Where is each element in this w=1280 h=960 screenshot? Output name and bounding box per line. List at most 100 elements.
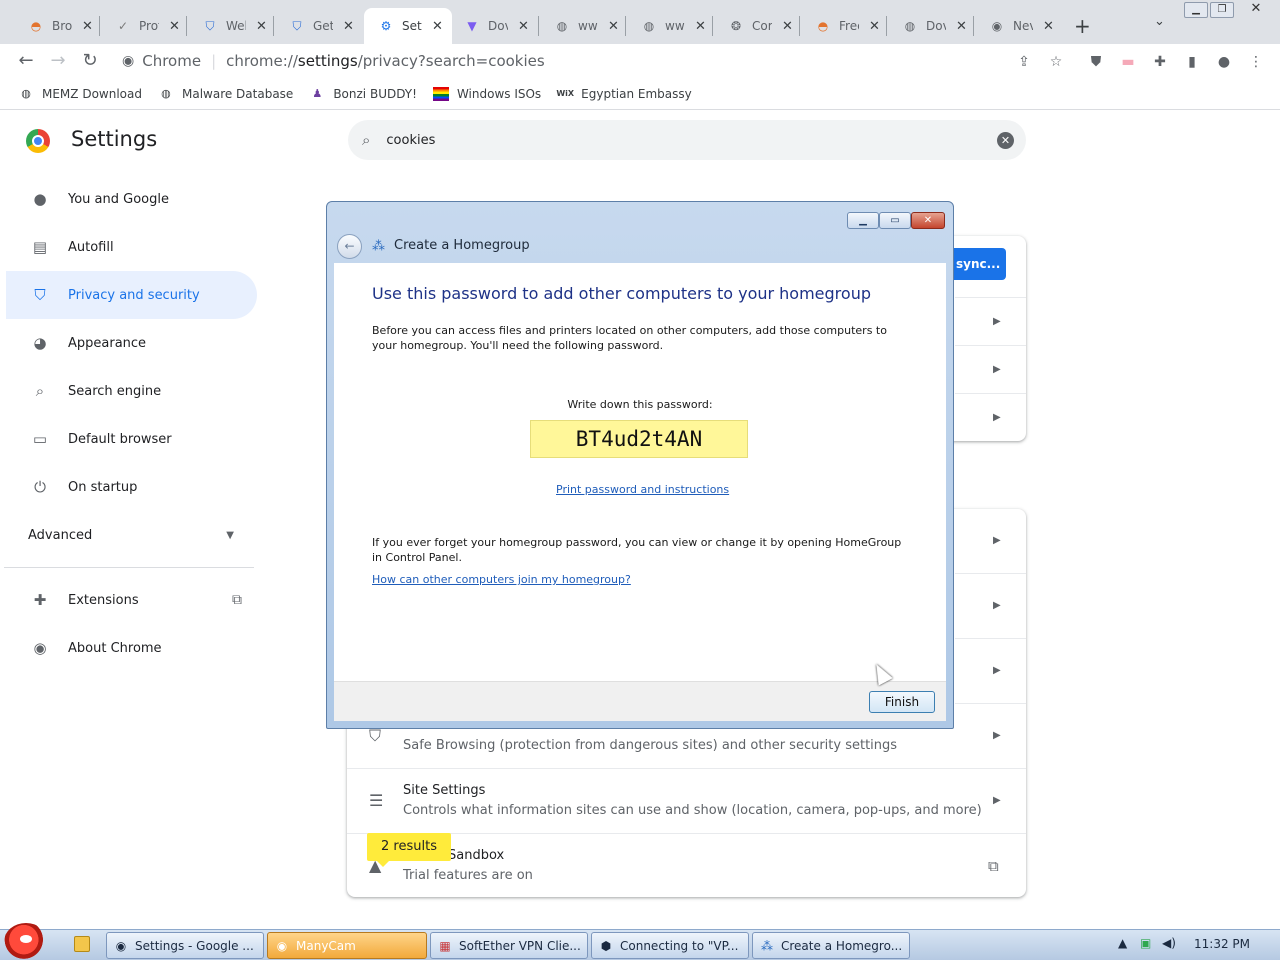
forward-button[interactable]: → [46,50,70,72]
clear-search-icon[interactable]: ✕ [997,132,1014,149]
close-tab-icon[interactable]: ✕ [343,19,354,34]
dialog-minimize-button[interactable]: ▁ [847,212,879,229]
tab-12[interactable]: ◉ Nev ✕ [975,8,1062,44]
sidebar-item-privacy-and-security[interactable]: ⛉ Privacy and security [6,271,257,319]
tab-4[interactable]: ⛉ Get ✕ [275,8,362,44]
sidebar-item-default-browser[interactable]: ▭ Default browser [0,415,256,463]
finish-button[interactable]: Finish [869,691,935,713]
tab-7[interactable]: ◍ ww ✕ [540,8,627,44]
help-join-link[interactable]: How can other computers join my homegrou… [372,573,631,586]
tab-1[interactable]: ◓Brow✕ [14,8,101,44]
bonzi-icon: ♟ [312,87,323,100]
tab-2[interactable]: ✓Prot✕ [101,8,188,44]
dialog-maximize-button[interactable]: ▭ [879,212,911,229]
tab-search-chevron-icon[interactable]: ⌄ [1154,14,1165,29]
reload-button[interactable]: ↻ [78,50,102,72]
settings-search-input[interactable]: ⌕ cookies ✕ [348,120,1026,160]
close-tab-icon[interactable]: ✕ [82,19,93,34]
tab-9[interactable]: ❂ Cor ✕ [714,8,801,44]
bookmark-memz[interactable]: ◍ MEMZ Download [18,86,142,102]
profile-avatar-icon[interactable]: ● [1214,52,1234,72]
tab-separator [538,16,539,36]
sidebar-item-you-and-google[interactable]: ● You and Google [0,175,256,223]
tray-network-icon[interactable]: ▣ [1140,936,1151,950]
close-tab-icon[interactable]: ✕ [608,19,619,34]
chevron-right-icon[interactable]: ▶ [993,316,1001,327]
dialog-close-button[interactable]: ✕ [911,212,945,229]
tray-expand-icon[interactable]: ▲ [1118,936,1127,950]
taskbar-connecting-vpn[interactable]: ⬢ Connecting to "VP... [591,932,749,959]
sidebar-advanced-toggle[interactable]: Advanced ▼ [0,511,252,559]
share-icon[interactable]: ⇪ [1014,52,1034,72]
close-tab-icon[interactable]: ✕ [518,19,529,34]
taskbar-settings-google[interactable]: ◉ Settings - Google ... [106,932,264,959]
tab-6[interactable]: ▼Dov✕ [450,8,537,44]
sidebar-item-search-engine[interactable]: ⌕ Search engine [0,367,256,415]
close-tab-icon[interactable]: ✕ [869,19,880,34]
bookmark-egyptian-embassy[interactable]: WiX Egyptian Embassy [556,86,691,102]
chevron-right-icon[interactable]: ▶ [993,412,1001,423]
chevron-right-icon[interactable]: ▶ [993,600,1001,611]
palette-icon: ◕ [33,334,47,352]
new-tab-button[interactable]: + [1074,14,1091,38]
tab-10[interactable]: ◓Free✕ [801,8,888,44]
sidebar-item-appearance[interactable]: ◕ Appearance [0,319,256,367]
menu-kebab-icon[interactable]: ⋮ [1246,52,1266,72]
sidebar-item-on-startup[interactable]: ⏻ On startup [0,463,256,511]
window-minimize-button[interactable]: ▁ [1184,2,1208,18]
row-divider [955,573,1026,574]
search-query: cookies [386,132,436,148]
taskbar-clock[interactable]: 11:32 PM [1194,937,1250,951]
tab-settings[interactable]: ⚙Sett✕ [364,8,452,44]
close-tab-icon[interactable]: ✕ [782,19,793,34]
favicon-icon: ◓ [30,19,42,33]
taskbar-manycam[interactable]: ◉ ManyCam [267,932,427,959]
side-panel-icon[interactable]: ▮ [1182,52,1202,72]
chevron-right-icon[interactable]: ▶ [993,535,1001,546]
globe-icon: ◍ [21,87,31,100]
sidebar-item-extensions[interactable]: ✚ Extensions ⧉ [0,576,256,624]
chevron-right-icon[interactable]: ▶ [993,364,1001,375]
tab-3[interactable]: ⛉ Wel ✕ [188,8,275,44]
window-restore-button[interactable]: ❐ [1210,2,1234,18]
bookmark-windows-isos[interactable]: Windows ISOs [432,86,541,101]
close-tab-icon[interactable]: ✕ [256,19,267,34]
sidebar-item-autofill[interactable]: ▤ Autofill [0,223,256,271]
back-arrow-icon[interactable]: ← [337,234,362,259]
close-tab-icon[interactable]: ✕ [169,19,180,34]
start-button[interactable] [4,923,48,960]
close-tab-icon[interactable]: ✕ [1043,19,1054,34]
bookmark-bonzi-buddy[interactable]: ♟ Bonzi BUDDY! [309,86,417,102]
chevron-right-icon[interactable]: ▶ [993,665,1001,676]
gear-icon: ⚙ [380,19,392,33]
close-tab-icon[interactable]: ✕ [956,19,967,34]
tune-sliders-icon: ☰ [369,791,384,810]
search-icon: ⌕ [35,382,45,400]
extensions-puzzle-icon[interactable]: ✚ [1150,52,1170,72]
print-password-link[interactable]: Print password and instructions [556,483,729,496]
homegroup-dialog: ▁ ▭ ✕ ← ⁂ Create a Homegroup Use this pa… [326,201,954,729]
sync-button[interactable]: sync... [950,248,1006,280]
homegroup-icon: ⁂ [761,938,773,953]
tab-11[interactable]: ◍Dov✕ [888,8,975,44]
window-close-button[interactable]: ✕ [1244,2,1268,18]
folder-quicklaunch-icon[interactable] [74,936,90,952]
tab-8[interactable]: ◍ ww ✕ [627,8,714,44]
sidebar-item-about-chrome[interactable]: ◉ About Chrome [0,624,256,672]
back-button[interactable]: ← [14,50,38,72]
shield-icon: ⛉ [292,18,302,33]
close-tab-icon[interactable]: ✕ [695,19,706,34]
bookmark-malware-database[interactable]: ◍ Malware Database [158,86,293,102]
address-bar[interactable]: ◉ Chrome | chrome://settings/privacy?sea… [112,46,1080,76]
ublock-icon[interactable]: ⛊ [1086,52,1106,72]
shield-outline-icon: ⛉ [369,726,382,745]
row-divider [955,638,1026,639]
tray-volume-icon[interactable]: ◀) [1162,936,1176,950]
taskbar-softether-vpn[interactable]: ▦ SoftEther VPN Clie... [430,932,588,959]
omnibox-divider: | [211,52,217,70]
bookmark-star-icon[interactable]: ☆ [1046,52,1066,72]
close-tab-icon[interactable]: ✕ [432,19,443,34]
rainbow-flag-icon [432,86,449,101]
taskbar-create-homegroup[interactable]: ⁂ Create a Homegro... [752,932,910,959]
extension-flag-icon[interactable]: ▬ [1118,52,1138,72]
